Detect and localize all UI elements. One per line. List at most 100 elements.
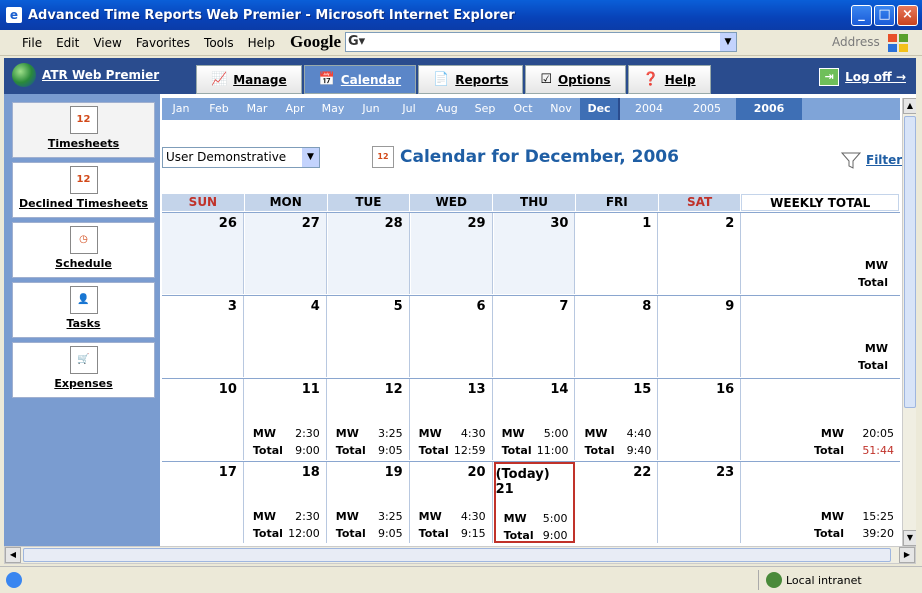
day-cell[interactable]: 26 [162, 213, 244, 294]
day-cell[interactable]: 9 [659, 296, 742, 377]
tab-reports[interactable]: 📄 Reports [418, 65, 524, 94]
day-cell[interactable]: 17 [162, 462, 244, 543]
day-number: 22 [633, 465, 652, 480]
month-jun[interactable]: Jun [352, 98, 390, 120]
day-cell[interactable]: 14 MW 5:00 Total 11:00 [493, 379, 576, 460]
day-cell[interactable]: 3 [162, 296, 244, 377]
day-cell[interactable]: 22 [576, 462, 659, 543]
day-cell[interactable]: 8 [576, 296, 659, 377]
year-2006[interactable]: 2006 [736, 98, 802, 120]
month-may[interactable]: May [314, 98, 352, 120]
menu-file[interactable]: File [22, 36, 42, 50]
scroll-down-icon[interactable]: ▼ [903, 530, 916, 546]
day-cell[interactable]: 23 [659, 462, 742, 543]
sidebar-item-schedule[interactable]: ◷ Schedule [12, 222, 155, 278]
month-apr[interactable]: Apr [276, 98, 314, 120]
maximize-button[interactable]: □ [874, 5, 895, 26]
google-search-prefix[interactable]: G▾ [348, 34, 365, 49]
chevron-down-icon[interactable]: ▼ [720, 33, 736, 51]
day-cell[interactable]: 15 MW 4:40 Total 9:40 [576, 379, 659, 460]
month-nov[interactable]: Nov [542, 98, 580, 120]
month-jan[interactable]: Jan [162, 98, 200, 120]
sidebar-item-timesheets[interactable]: 12 Timesheets [12, 102, 155, 158]
day-cell[interactable]: 20 MW 4:30 Total 9:15 [410, 462, 493, 543]
month-oct[interactable]: Oct [504, 98, 542, 120]
sidebar-item-expenses[interactable]: 🛒 Expenses [12, 342, 155, 398]
month-dec[interactable]: Dec [580, 98, 618, 120]
vertical-scrollbar[interactable]: ▲ ▼ [902, 98, 916, 546]
day-number: 8 [642, 299, 652, 314]
day-cell[interactable]: 7 [493, 296, 576, 377]
month-jul[interactable]: Jul [390, 98, 428, 120]
total-label: Total [335, 527, 366, 540]
month-sep[interactable]: Sep [466, 98, 504, 120]
day-cell[interactable]: 27 [244, 213, 327, 294]
ie-icon: e [6, 7, 22, 23]
horizontal-scrollbar[interactable]: ◀ ▶ [4, 546, 916, 564]
day-number: 9 [725, 299, 735, 314]
day-cell[interactable]: 11 MW 2:30 Total 9:00 [244, 379, 327, 460]
day-cell[interactable]: 5 [327, 296, 410, 377]
tab-help[interactable]: ❓ Help [627, 65, 711, 94]
total-label: Total [418, 444, 449, 457]
month-mar[interactable]: Mar [238, 98, 276, 120]
day-cell[interactable]: 2 [659, 213, 742, 294]
day-cell[interactable]: 10 [162, 379, 244, 460]
total-label: Total [252, 527, 283, 540]
menu-edit[interactable]: Edit [56, 36, 79, 50]
day-cell[interactable]: 12 MW 3:25 Total 9:05 [327, 379, 410, 460]
year-2004[interactable]: 2004 [620, 98, 678, 120]
day-cell[interactable]: 29 [410, 213, 493, 294]
menu-view[interactable]: View [93, 36, 121, 50]
scroll-left-icon[interactable]: ◀ [5, 547, 21, 563]
sidebar-item-tasks[interactable]: 👤 Tasks [12, 282, 155, 338]
menu-favorites[interactable]: Favorites [136, 36, 190, 50]
month-feb[interactable]: Feb [200, 98, 238, 120]
scroll-thumb[interactable] [904, 116, 916, 408]
day-cell[interactable]: 1 [576, 213, 659, 294]
filter-link[interactable]: Filter [840, 150, 902, 170]
scroll-right-icon[interactable]: ▶ [899, 547, 915, 563]
day-cell[interactable]: 6 [410, 296, 493, 377]
total-label: Total [584, 444, 615, 457]
day-cell[interactable]: 4 [244, 296, 327, 377]
day-cell[interactable]: 13 MW 4:30 Total 12:59 [410, 379, 493, 460]
minimize-button[interactable]: _ [851, 5, 872, 26]
total-hours: 9:05 [377, 527, 403, 540]
day-cell[interactable]: 18 MW 2:30 Total 12:00 [244, 462, 327, 543]
close-button[interactable]: × [897, 5, 918, 26]
help-icon: ❓ [642, 72, 659, 87]
day-cell[interactable]: 28 [327, 213, 410, 294]
sidebar-item-declined-timesheets[interactable]: 12 Declined Timesheets [12, 162, 155, 218]
google-search-input[interactable]: G▾ ▼ [345, 32, 737, 52]
weekly-mw-label: MW [820, 510, 845, 523]
day-cell[interactable]: 16 [659, 379, 742, 460]
tab-calendar[interactable]: 📅 Calendar [303, 65, 417, 94]
tab-options[interactable]: ☑ Options [525, 65, 626, 94]
page-status-icon [6, 572, 22, 588]
menu-tools[interactable]: Tools [204, 36, 234, 50]
chevron-down-icon[interactable]: ▼ [302, 148, 319, 167]
scroll-up-icon[interactable]: ▲ [903, 98, 916, 114]
day-number: 26 [218, 216, 237, 231]
intranet-icon [766, 572, 782, 588]
scroll-thumb-horizontal[interactable] [23, 548, 891, 562]
month-bar: Jan Feb Mar Apr May Jun Jul Aug Sep Oct Nov Dec 2004… [162, 98, 900, 120]
day-cell[interactable]: 30 [493, 213, 576, 294]
calendar-title: 12 Calendar for December, 2006 [372, 146, 679, 168]
logoff-link[interactable]: ⇥ Log off → [819, 68, 906, 86]
day-number: 14 [550, 382, 569, 397]
year-2005[interactable]: 2005 [678, 98, 736, 120]
day-cell-today[interactable]: (Today) 21 MW 5:00 Total 9:00 [493, 462, 576, 543]
google-logo: Google [290, 32, 341, 51]
user-select[interactable]: User Demonstrative ▼ [162, 147, 320, 168]
menu-help[interactable]: Help [248, 36, 275, 50]
month-aug[interactable]: Aug [428, 98, 466, 120]
tab-manage[interactable]: 📈 Manage [196, 65, 302, 94]
weekly-total-hours: 51:44 [862, 444, 895, 457]
day-cell[interactable]: 19 MW 3:25 Total 9:05 [327, 462, 410, 543]
day-number: 30 [550, 216, 569, 231]
weekly-total-cell: MW Total [742, 213, 901, 294]
brand-link[interactable]: ATR Web Premier [12, 63, 159, 87]
calendar-icon: 12 [69, 106, 98, 134]
